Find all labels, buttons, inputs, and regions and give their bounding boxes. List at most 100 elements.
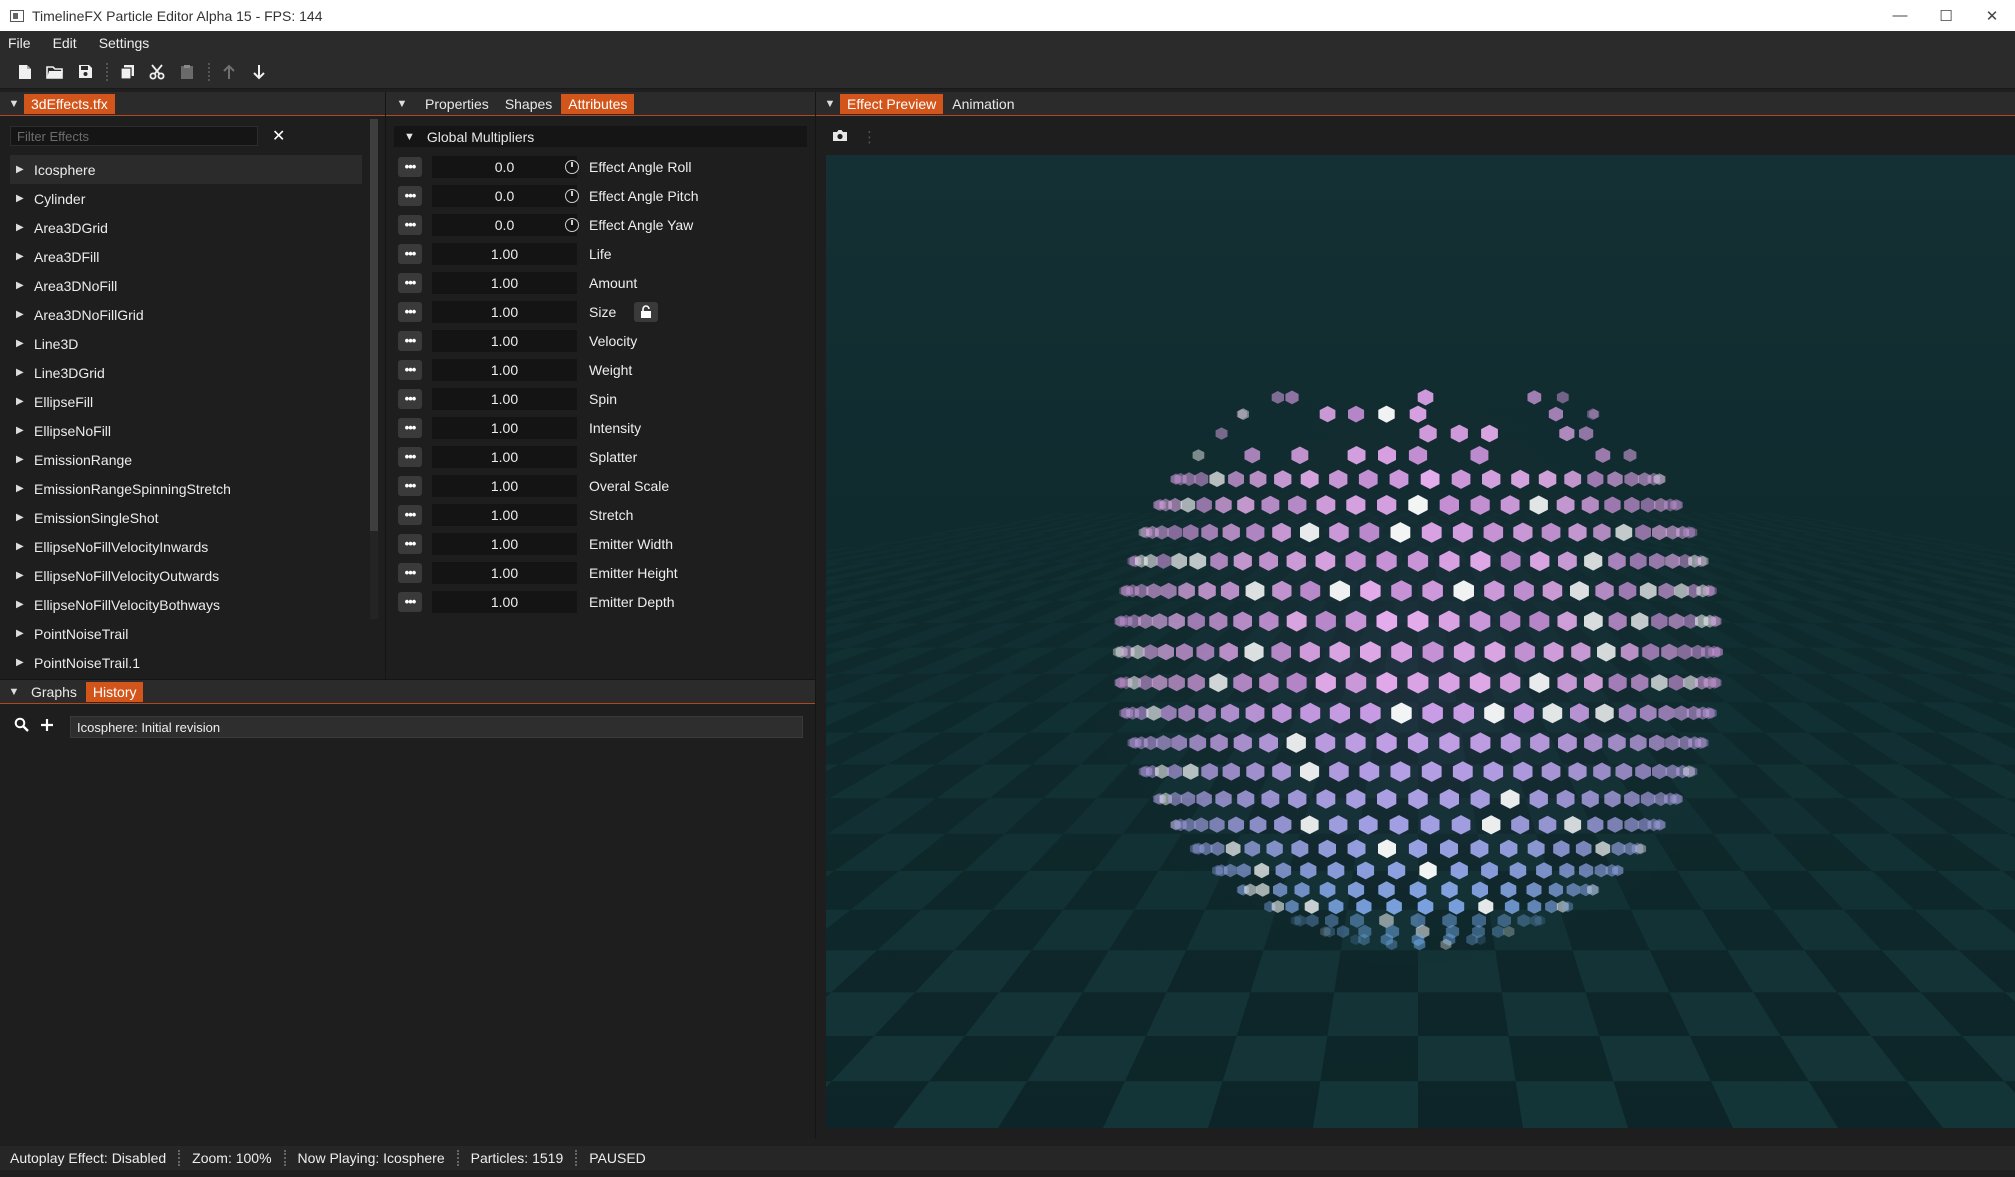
history-entry[interactable]: Icosphere: Initial revision bbox=[70, 716, 803, 738]
effect-item[interactable]: ▶ Area3DFill bbox=[10, 242, 362, 271]
attribute-value-field[interactable]: 1.00 bbox=[432, 329, 577, 352]
panel-collapse-icon[interactable]: ▼ bbox=[820, 94, 840, 114]
tab-properties[interactable]: Properties bbox=[418, 94, 496, 114]
attribute-value-field[interactable]: 1.00 bbox=[432, 590, 577, 613]
more-options-button[interactable]: ••• bbox=[398, 214, 422, 235]
menu-file[interactable]: File bbox=[8, 35, 31, 51]
more-options-button[interactable]: ••• bbox=[398, 446, 422, 467]
new-file-icon[interactable] bbox=[14, 61, 36, 83]
attribute-value-field[interactable]: 1.00 bbox=[432, 387, 577, 410]
panel-collapse-icon[interactable]: ▼ bbox=[4, 682, 24, 702]
more-options-button[interactable]: ••• bbox=[398, 330, 422, 351]
clear-filter-icon[interactable]: ✕ bbox=[272, 126, 285, 146]
maximize-button[interactable]: ☐ bbox=[1923, 0, 1969, 31]
attribute-value-field[interactable]: 1.00 bbox=[432, 416, 577, 439]
expand-arrow-icon[interactable]: ▶ bbox=[16, 164, 34, 175]
filter-effects-input[interactable] bbox=[10, 126, 258, 146]
angle-dial-icon[interactable] bbox=[565, 217, 579, 232]
expand-arrow-icon[interactable]: ▶ bbox=[16, 309, 34, 320]
expand-arrow-icon[interactable]: ▶ bbox=[16, 454, 34, 465]
add-icon[interactable] bbox=[40, 718, 58, 737]
attribute-value-field[interactable]: 1.00 bbox=[432, 561, 577, 584]
effect-item[interactable]: ▶ PointNoiseTrail bbox=[10, 619, 362, 648]
attribute-value-field[interactable]: 0.0 bbox=[432, 155, 577, 178]
expand-arrow-icon[interactable]: ▶ bbox=[16, 396, 34, 407]
panel-collapse-icon[interactable]: ▼ bbox=[392, 94, 412, 114]
close-window-button[interactable]: ✕ bbox=[1969, 0, 2015, 31]
expand-arrow-icon[interactable]: ▶ bbox=[16, 483, 34, 494]
more-options-button[interactable]: ••• bbox=[398, 301, 422, 322]
more-options-icon[interactable]: ⋮ bbox=[862, 128, 877, 146]
attribute-value-field[interactable]: 1.00 bbox=[432, 242, 577, 265]
effect-item[interactable]: ▶ Area3DNoFillGrid bbox=[10, 300, 362, 329]
effect-item[interactable]: ▶ EllipseNoFillVelocityInwards bbox=[10, 532, 362, 561]
panel-collapse-icon[interactable]: ▼ bbox=[4, 94, 24, 114]
menu-settings[interactable]: Settings bbox=[99, 35, 150, 51]
effect-preview-canvas[interactable] bbox=[826, 155, 2015, 1128]
effects-scrollbar[interactable] bbox=[370, 119, 378, 619]
expand-arrow-icon[interactable]: ▶ bbox=[16, 541, 34, 552]
effect-item[interactable]: ▶ EmissionRangeSpinningStretch bbox=[10, 474, 362, 503]
attribute-value-field[interactable]: 1.00 bbox=[432, 271, 577, 294]
expand-arrow-icon[interactable]: ▶ bbox=[16, 251, 34, 262]
attribute-value-field[interactable]: 1.00 bbox=[432, 445, 577, 468]
paste-icon[interactable] bbox=[176, 61, 198, 83]
global-multipliers-header[interactable]: ▼ Global Multipliers bbox=[394, 126, 807, 147]
effect-item[interactable]: ▶ Area3DGrid bbox=[10, 213, 362, 242]
effect-item[interactable]: ▶ Cylinder bbox=[10, 184, 362, 213]
tab-history[interactable]: History bbox=[85, 681, 144, 702]
tab-graphs[interactable]: Graphs bbox=[24, 682, 84, 702]
more-options-button[interactable]: ••• bbox=[398, 156, 422, 177]
effect-item[interactable]: ▶ EllipseFill bbox=[10, 387, 362, 416]
tab-shapes[interactable]: Shapes bbox=[498, 94, 559, 114]
effect-item[interactable]: ▶ EmissionSingleShot bbox=[10, 503, 362, 532]
copy-icon[interactable] bbox=[116, 61, 138, 83]
effect-item[interactable]: ▶ Line3D bbox=[10, 329, 362, 358]
attribute-value-field[interactable]: 1.00 bbox=[432, 300, 577, 323]
search-icon[interactable] bbox=[14, 717, 32, 737]
expand-arrow-icon[interactable]: ▶ bbox=[16, 570, 34, 581]
attribute-value-field[interactable]: 0.0 bbox=[432, 213, 577, 236]
camera-icon[interactable] bbox=[832, 129, 848, 146]
more-options-button[interactable]: ••• bbox=[398, 359, 422, 380]
more-options-button[interactable]: ••• bbox=[398, 243, 422, 264]
effect-item[interactable]: ▶ Line3DGrid bbox=[10, 358, 362, 387]
more-options-button[interactable]: ••• bbox=[398, 591, 422, 612]
expand-arrow-icon[interactable]: ▶ bbox=[16, 222, 34, 233]
angle-dial-icon[interactable] bbox=[565, 159, 579, 174]
expand-arrow-icon[interactable]: ▶ bbox=[16, 512, 34, 523]
scrollbar-thumb[interactable] bbox=[370, 119, 378, 531]
effect-item[interactable]: ▶ EllipseNoFillVelocityBothways bbox=[10, 590, 362, 619]
cut-icon[interactable] bbox=[146, 61, 168, 83]
attribute-value-field[interactable]: 1.00 bbox=[432, 474, 577, 497]
more-options-button[interactable]: ••• bbox=[398, 504, 422, 525]
tab-animation[interactable]: Animation bbox=[945, 94, 1021, 114]
attribute-value-field[interactable]: 1.00 bbox=[432, 358, 577, 381]
expand-arrow-icon[interactable]: ▶ bbox=[16, 657, 34, 668]
expand-arrow-icon[interactable]: ▶ bbox=[16, 599, 34, 610]
move-up-icon[interactable] bbox=[218, 61, 240, 83]
lock-icon[interactable] bbox=[634, 301, 659, 322]
effect-item[interactable]: ▶ EllipseNoFill bbox=[10, 416, 362, 445]
effect-item[interactable]: ▶ Icosphere bbox=[10, 155, 362, 184]
more-options-button[interactable]: ••• bbox=[398, 475, 422, 496]
angle-dial-icon[interactable] bbox=[565, 188, 579, 203]
expand-arrow-icon[interactable]: ▶ bbox=[16, 193, 34, 204]
move-down-icon[interactable] bbox=[248, 61, 270, 83]
expand-arrow-icon[interactable]: ▶ bbox=[16, 280, 34, 291]
tab-effect-preview[interactable]: Effect Preview bbox=[840, 93, 944, 114]
menu-edit[interactable]: Edit bbox=[53, 35, 77, 51]
effect-item[interactable]: ▶ EmissionRange bbox=[10, 445, 362, 474]
attribute-value-field[interactable]: 1.00 bbox=[432, 532, 577, 555]
more-options-button[interactable]: ••• bbox=[398, 562, 422, 583]
effect-item[interactable]: ▶ Area3DNoFill bbox=[10, 271, 362, 300]
more-options-button[interactable]: ••• bbox=[398, 417, 422, 438]
tab-attributes[interactable]: Attributes bbox=[561, 93, 635, 114]
more-options-button[interactable]: ••• bbox=[398, 272, 422, 293]
open-folder-icon[interactable] bbox=[44, 61, 66, 83]
minimize-button[interactable]: — bbox=[1877, 0, 1923, 31]
expand-arrow-icon[interactable]: ▶ bbox=[16, 425, 34, 436]
more-options-button[interactable]: ••• bbox=[398, 533, 422, 554]
expand-arrow-icon[interactable]: ▶ bbox=[16, 628, 34, 639]
more-options-button[interactable]: ••• bbox=[398, 388, 422, 409]
